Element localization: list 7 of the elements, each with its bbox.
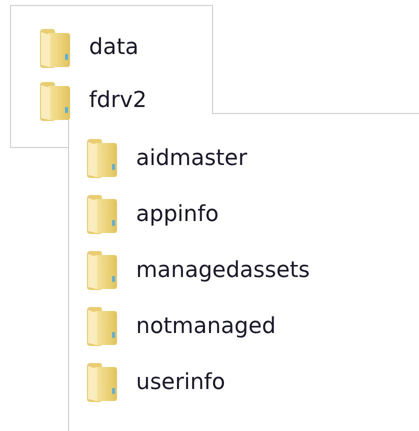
folder-name[interactable]: aidmaster [136,146,248,170]
folder-name[interactable]: appinfo [136,202,219,226]
folder-name[interactable]: userinfo [136,370,226,394]
folder-name[interactable]: managedassets [136,258,310,282]
folder-name[interactable]: fdrv2 [89,88,147,113]
folder-name[interactable]: notmanaged [136,314,276,338]
folder-name[interactable]: data [89,35,139,60]
